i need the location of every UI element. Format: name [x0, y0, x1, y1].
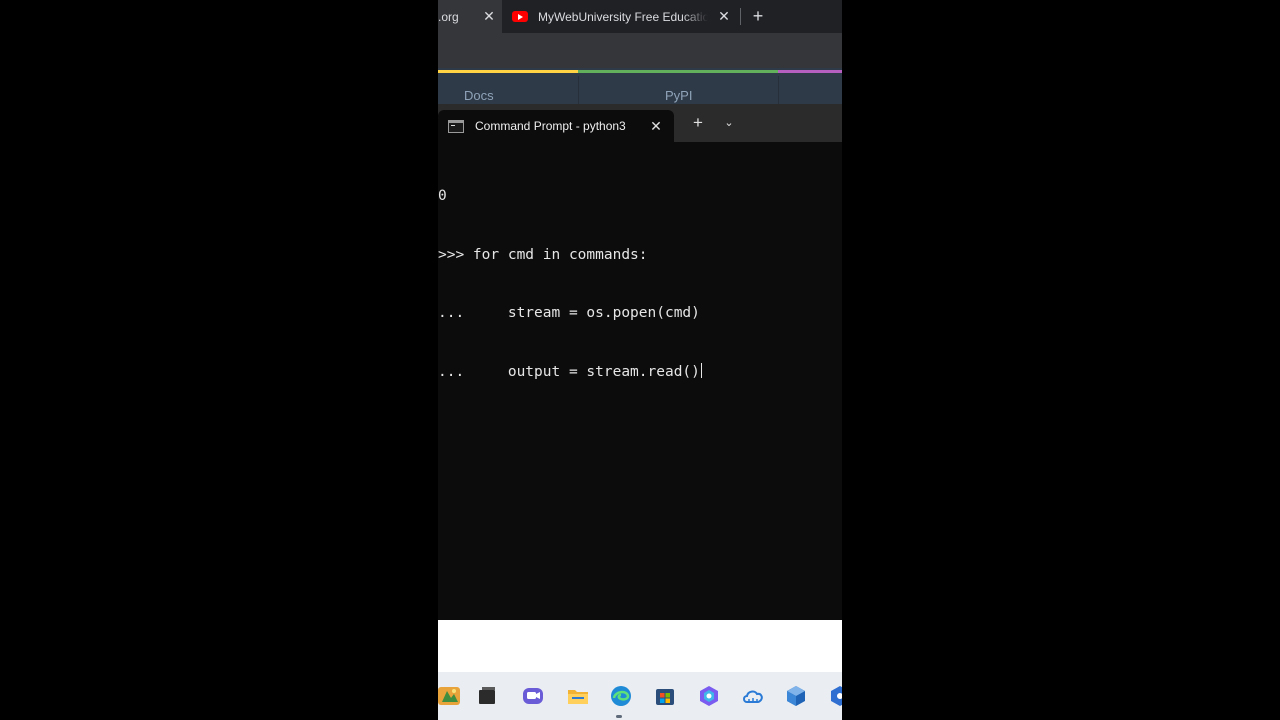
edge-icon[interactable]: [609, 684, 633, 708]
active-app-indicator: [616, 715, 622, 718]
terminal-line-text: ... output = stream.read(): [438, 363, 700, 380]
text-cursor: [700, 362, 702, 378]
command-prompt-icon: [448, 119, 464, 133]
terminal-line-current: ... output = stream.read(): [438, 362, 702, 383]
onedrive-icon[interactable]: [741, 684, 765, 708]
terminal-lines: 0 >>> for cmd in commands: ... stream = …: [438, 148, 702, 421]
accent-line-yellow: [438, 70, 578, 73]
task-view-icon[interactable]: [475, 684, 499, 708]
close-icon[interactable]: ✕: [716, 8, 732, 24]
copilot-icon[interactable]: [697, 684, 721, 708]
new-tab-button[interactable]: +: [748, 6, 768, 26]
blank-panel: [438, 620, 842, 672]
browser-tab-youtube[interactable]: MyWebUniversity Free Education ✕: [504, 0, 740, 33]
file-explorer-icon[interactable]: [566, 684, 590, 708]
widgets-icon[interactable]: [438, 684, 462, 708]
close-icon[interactable]: ✕: [481, 8, 497, 24]
chevron-down-icon: ⌄: [724, 117, 734, 129]
accent-line-purple: [778, 70, 842, 73]
browser-toolbar: [438, 33, 842, 68]
youtube-icon: [512, 11, 528, 22]
tab-separator: [740, 8, 741, 25]
terminal-line: ... stream = os.popen(cmd): [438, 305, 700, 321]
accent-line-green: [578, 70, 778, 73]
close-icon[interactable]: ✕: [648, 118, 664, 134]
browser-tab-active[interactable]: .org ✕: [438, 0, 502, 33]
store-icon[interactable]: [653, 684, 677, 708]
browser-tab-title: .org: [438, 9, 459, 24]
terminal-tab[interactable]: Command Prompt - python3 ✕: [438, 110, 674, 142]
screen-frame: .org ✕ MyWebUniversity Free Education ✕ …: [438, 0, 842, 720]
site-navigation: Docs PyPI: [438, 68, 842, 104]
nav-divider: [578, 76, 579, 104]
virtualbox-icon[interactable]: [784, 684, 808, 708]
terminal-tab-title: Command Prompt - python3: [475, 119, 626, 133]
terminal-output[interactable]: 0 >>> for cmd in commands: ... stream = …: [438, 142, 842, 620]
new-terminal-tab-button[interactable]: +: [690, 114, 706, 132]
terminal-dropdown-button[interactable]: ⌄: [721, 114, 737, 132]
plus-icon: +: [752, 6, 764, 26]
nav-divider: [778, 76, 779, 104]
app-icon[interactable]: [828, 684, 842, 708]
chat-icon[interactable]: [521, 684, 545, 708]
taskbar: [438, 672, 842, 720]
plus-icon: +: [693, 113, 703, 132]
nav-link-docs[interactable]: Docs: [464, 88, 494, 103]
terminal-tab-bar: Command Prompt - python3 ✕ + ⌄: [438, 104, 842, 142]
terminal-line: 0: [438, 188, 447, 204]
nav-link-pypi[interactable]: PyPI: [665, 88, 692, 103]
browser-tab-strip: .org ✕ MyWebUniversity Free Education ✕ …: [438, 0, 842, 33]
terminal-line: >>> for cmd in commands:: [438, 246, 648, 263]
browser-tab-title: MyWebUniversity Free Education: [538, 9, 708, 24]
